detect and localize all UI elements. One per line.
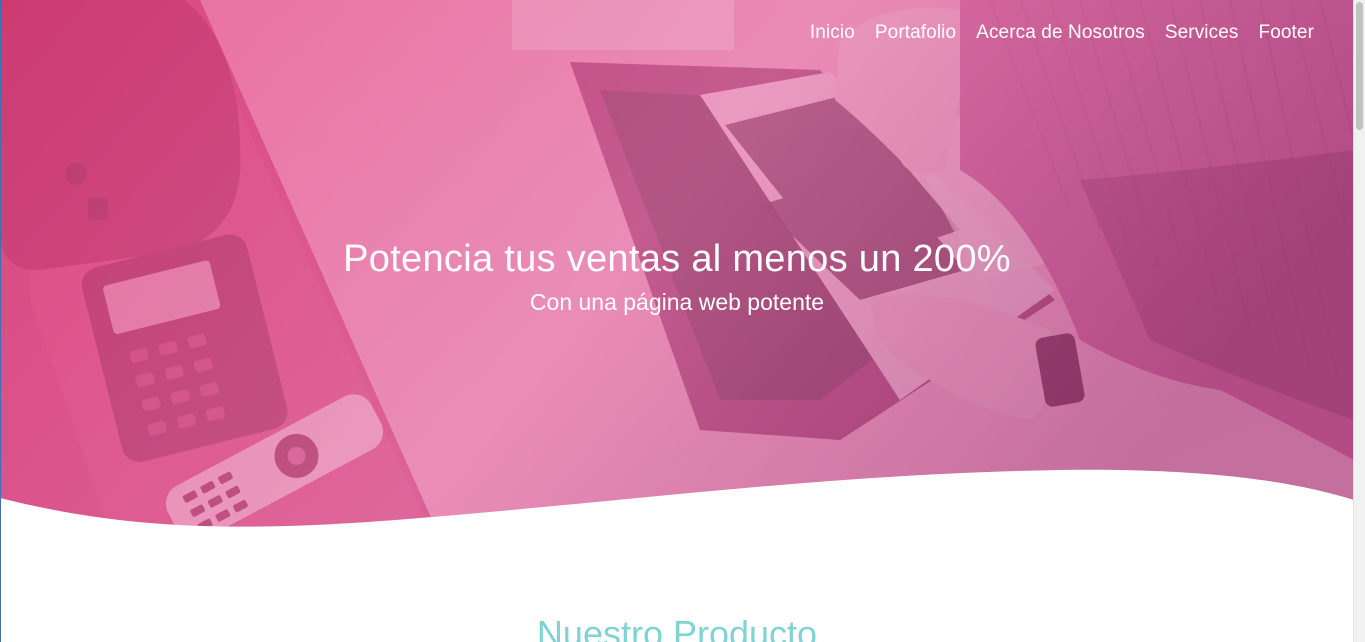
scrollbar-thumb[interactable]: [1356, 2, 1363, 130]
nav-item-services[interactable]: Services: [1165, 22, 1239, 44]
hero-section: Inicio Portafolio Acerca de Nosotros Ser…: [0, 0, 1354, 560]
section-title: Nuestro Producto: [536, 613, 818, 642]
nav-item-footer[interactable]: Footer: [1258, 22, 1314, 44]
main-nav: Inicio Portafolio Acerca de Nosotros Ser…: [810, 22, 1314, 44]
hero-text: Potencia tus ventas al menos un 200% Con…: [0, 232, 1354, 318]
nav-item-inicio[interactable]: Inicio: [810, 22, 855, 44]
page: Inicio Portafolio Acerca de Nosotros Ser…: [0, 0, 1365, 642]
hero-subtitle: Con una página web potente: [529, 289, 825, 315]
nav-item-portafolio[interactable]: Portafolio: [875, 22, 956, 44]
nav-item-acerca-de-nosotros[interactable]: Acerca de Nosotros: [976, 22, 1145, 44]
window-frame-edge: [0, 0, 1, 642]
vertical-scrollbar[interactable]: [1353, 0, 1365, 642]
hero-title: Potencia tus ventas al menos un 200%: [343, 238, 1011, 280]
